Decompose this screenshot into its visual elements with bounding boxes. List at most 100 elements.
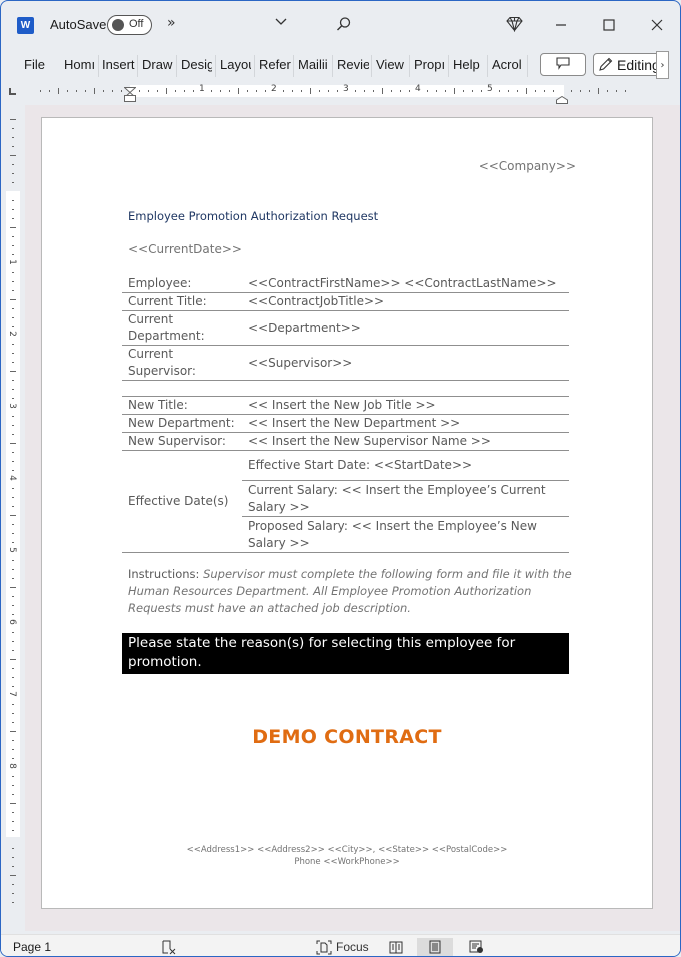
effective-dates-label: Effective Date(s) [128, 494, 229, 508]
tab-review[interactable]: Revie [337, 57, 369, 72]
ruler-tick [12, 254, 14, 255]
ruler-tick [12, 686, 14, 687]
maximize-button[interactable] [597, 13, 621, 37]
tab-file[interactable]: File [24, 57, 45, 72]
diamond-icon[interactable] [506, 16, 523, 36]
ruler-tick [12, 785, 14, 786]
autosave-state: Off [129, 18, 144, 30]
ruler-number: 3 [343, 84, 349, 94]
ruler-tick [12, 164, 14, 165]
tab-separator [137, 55, 138, 77]
ruler-tick [427, 90, 428, 92]
ruler-tick [12, 434, 14, 435]
tab-view[interactable]: View [376, 57, 404, 72]
ruler-tick [12, 560, 14, 561]
tab-design[interactable]: Desig [181, 57, 212, 72]
ruler-number: 2 [6, 331, 17, 337]
autosave-toggle[interactable]: Off [107, 15, 152, 35]
ruler-tick [12, 146, 14, 147]
ruler-tick [12, 533, 14, 534]
ruler-tick [301, 90, 302, 92]
first-line-indent-marker[interactable] [123, 83, 137, 98]
focus-mode-button[interactable]: Focus [316, 938, 369, 956]
accessibility-check-icon[interactable] [161, 938, 177, 956]
field-label: Employee: [128, 276, 192, 290]
tab-insert[interactable]: Insert [102, 57, 136, 72]
ruler-number: 4 [415, 84, 421, 94]
read-mode-icon[interactable] [387, 938, 405, 956]
tab-properties[interactable]: Propı [414, 57, 445, 72]
footer-phone: Phone <<WorkPhone>> [294, 857, 400, 867]
ruler-tick [58, 88, 59, 94]
ruler-tick [10, 515, 16, 516]
ruler-tick [12, 461, 14, 462]
ruler-tick [10, 587, 16, 588]
ruler-tick [12, 812, 14, 813]
tab-references[interactable]: Refer [259, 57, 291, 72]
chevron-down-icon[interactable] [274, 13, 288, 32]
field-label: New Department: [128, 416, 235, 430]
tab-stop-selector[interactable] [9, 88, 16, 95]
ruler-tick [382, 88, 383, 94]
ruler-tick [12, 776, 14, 777]
print-layout-icon[interactable] [417, 938, 453, 956]
ruler-tick [12, 542, 14, 543]
ruler-tick [103, 90, 104, 92]
horizontal-ruler[interactable]: 1 2 3 4 5 [26, 84, 646, 97]
ruler-tick [157, 90, 158, 92]
reason-prompt-box: Please state the reason(s) for selecting… [122, 633, 569, 674]
toggle-knob [112, 19, 124, 31]
field-label: New Supervisor: [128, 434, 226, 448]
table-row: Current Department: <<Department>> [122, 311, 569, 346]
ruler-tick [12, 317, 14, 318]
ruler-tick [328, 90, 329, 92]
ruler-tick [166, 88, 167, 94]
word-icon-letter: W [20, 20, 31, 31]
ruler-tick [12, 596, 14, 597]
minimize-button[interactable] [549, 13, 573, 37]
ruler-tick [12, 722, 14, 723]
ruler-tick [12, 128, 14, 129]
ribbon-scroll-right-button[interactable]: › [656, 51, 669, 79]
ruler-number: 1 [199, 84, 205, 94]
page-footer: <<Address1>> <<Address2>> <<City>>, <<St… [42, 844, 652, 868]
quick-access-overflow-icon[interactable]: » [167, 15, 176, 31]
tab-acrobat[interactable]: Acrol [492, 57, 524, 72]
ruler-tick [12, 632, 14, 633]
effective-dates-cell: Effective Start Date: <<StartDate>> Curr… [242, 451, 569, 553]
comments-button[interactable] [540, 53, 586, 76]
search-icon[interactable] [336, 16, 352, 36]
new-info-table: New Title: << Insert the New Job Title >… [122, 396, 569, 553]
ruler-tick [12, 749, 14, 750]
tab-separator [448, 55, 449, 77]
tab-home[interactable]: Homı [64, 57, 94, 72]
page-number[interactable]: Page 1 [13, 940, 51, 954]
tab-mailings[interactable]: Mailii [298, 57, 330, 72]
web-layout-icon[interactable] [467, 938, 485, 956]
ruler-tick [463, 90, 464, 92]
ruler-tick [10, 227, 16, 228]
document-page[interactable]: <<Company>> Employee Promotion Authoriza… [41, 117, 653, 909]
ruler-tick [12, 425, 14, 426]
tab-separator [332, 55, 333, 77]
ruler-tick [12, 821, 14, 822]
right-indent-marker[interactable] [556, 89, 568, 104]
ruler-tick [49, 90, 50, 92]
ruler-tick [508, 90, 509, 92]
close-button[interactable] [645, 13, 669, 37]
ruler-tick [12, 389, 14, 390]
tab-help[interactable]: Help [453, 57, 480, 72]
ruler-tick [12, 578, 14, 579]
vertical-ruler[interactable]: 1 2 3 4 5 6 7 8 [6, 107, 20, 927]
ruler-number: 5 [6, 547, 17, 553]
tab-separator [487, 55, 488, 77]
footer-address: <<Address1>> <<Address2>> <<City>>, <<St… [186, 845, 508, 855]
left-indent-marker[interactable] [124, 95, 136, 102]
tab-separator [176, 55, 177, 77]
ruler-tick [625, 90, 626, 92]
tab-layout[interactable]: Layou [220, 57, 251, 72]
ruler-tick [211, 90, 212, 92]
tab-draw[interactable]: Draw [142, 57, 174, 72]
ruler-tick [472, 90, 473, 92]
ruler-tick [598, 88, 599, 94]
